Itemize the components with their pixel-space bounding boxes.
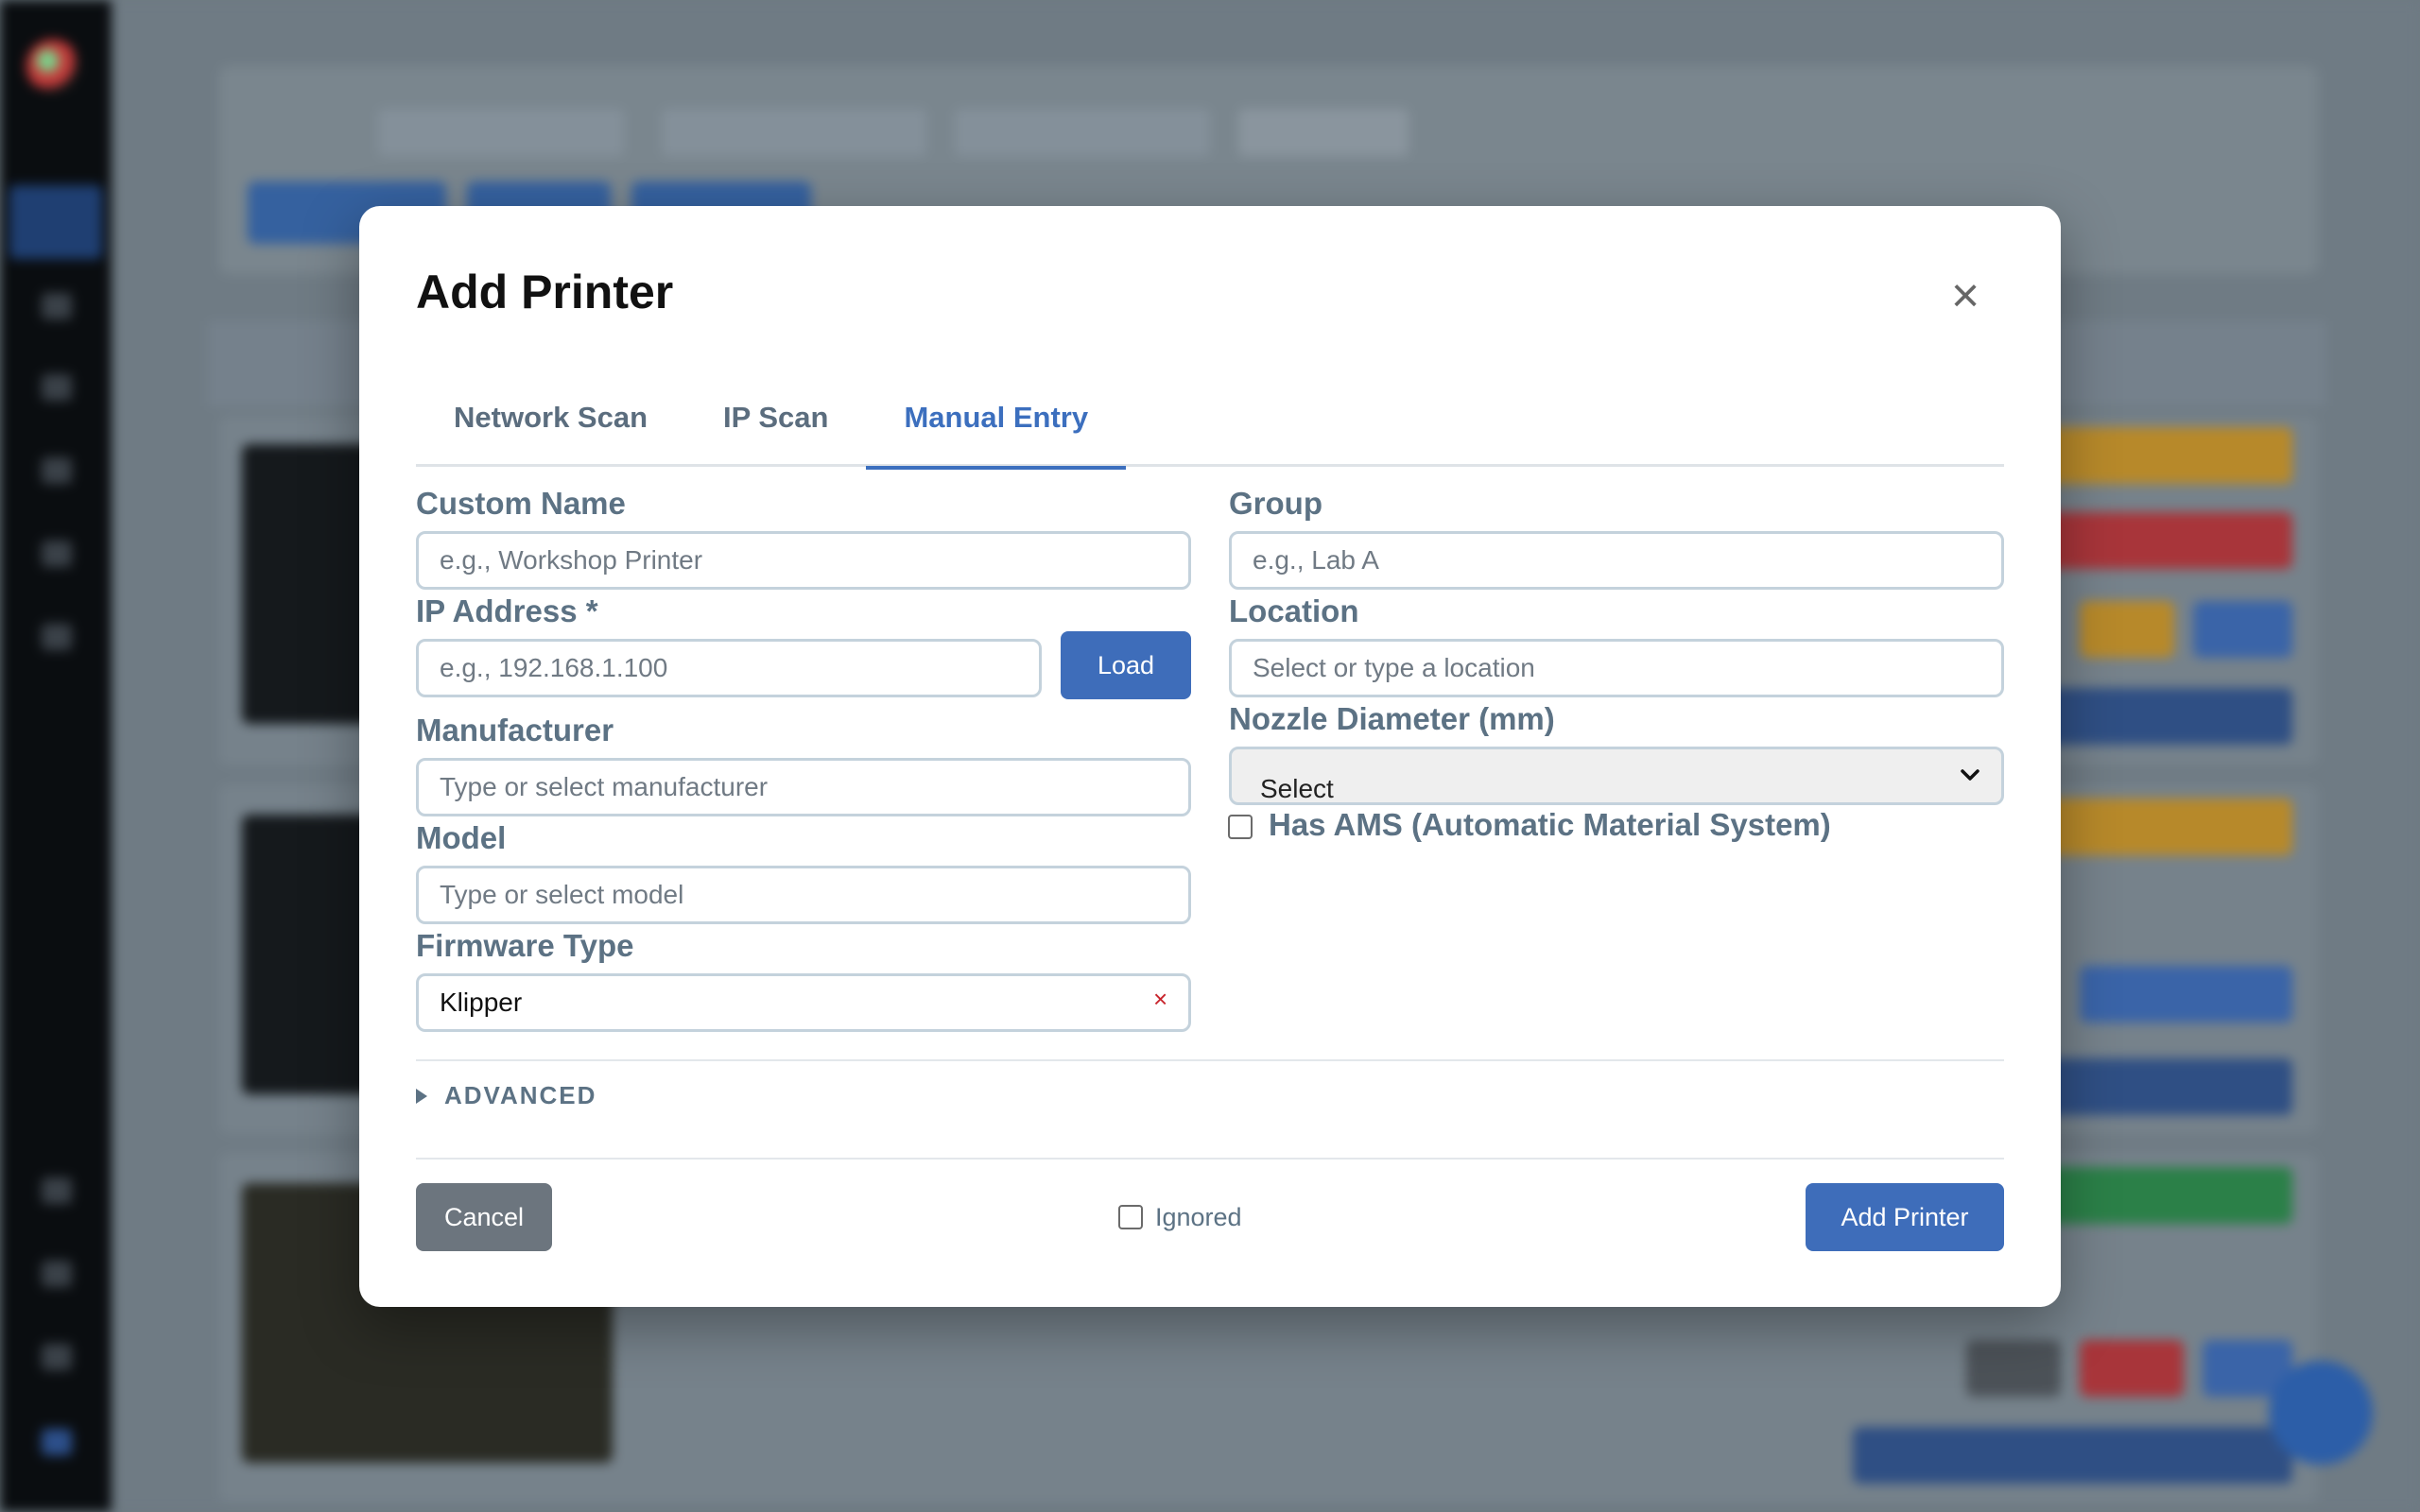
section-divider	[416, 1059, 2004, 1061]
advanced-label: ADVANCED	[444, 1081, 597, 1109]
model-input[interactable]	[416, 866, 1191, 924]
footer-divider	[416, 1158, 2004, 1160]
ignored-label: Ignored	[1155, 1203, 1242, 1231]
background-filter	[378, 109, 624, 156]
has-ams-checkbox[interactable]	[1228, 815, 1253, 839]
ignored-checkbox[interactable]	[1118, 1205, 1143, 1229]
nozzle-diameter-select[interactable]: Select	[1229, 747, 2004, 805]
has-ams-label: Has AMS (Automatic Material System)	[1269, 807, 1831, 842]
modal-title: Add Printer	[416, 266, 674, 318]
background-nav-active	[9, 185, 102, 259]
caret-right-icon	[416, 1088, 427, 1104]
firmware-type-input[interactable]	[416, 973, 1191, 1032]
background-filter	[1238, 109, 1409, 156]
ip-address-label: IP Address *	[416, 593, 598, 628]
background-pill	[2042, 512, 2292, 569]
add-printer-button[interactable]: Add Printer	[1806, 1183, 2004, 1251]
background-nav-icon	[42, 1177, 72, 1204]
background-pill	[1853, 1427, 2292, 1484]
custom-name-input[interactable]	[416, 531, 1191, 590]
location-input[interactable]	[1229, 639, 2004, 697]
location-label: Location	[1229, 593, 1359, 628]
background-pill	[2080, 601, 2174, 658]
chevron-down-icon	[1961, 769, 1979, 781]
clear-firmware-icon[interactable]: ×	[1153, 985, 1167, 1014]
tab-ip-scan[interactable]: IP Scan	[685, 376, 866, 467]
background-sidebar	[0, 0, 112, 1512]
background-pill	[2042, 1167, 2292, 1224]
background-filter	[955, 109, 1210, 156]
background-pill	[2080, 966, 2292, 1022]
background-pill	[2080, 1340, 2184, 1397]
group-label: Group	[1229, 486, 1322, 521]
ip-address-input[interactable]	[416, 639, 1042, 697]
advanced-toggle[interactable]: ADVANCED	[416, 1081, 596, 1110]
background-pill	[2042, 1058, 2292, 1115]
manufacturer-label: Manufacturer	[416, 713, 614, 747]
close-icon[interactable]: ×	[1942, 271, 1989, 320]
background-pill	[2042, 688, 2292, 745]
app-logo	[26, 40, 79, 93]
group-input[interactable]	[1229, 531, 2004, 590]
nozzle-diameter-selected: Select	[1260, 774, 1334, 803]
background-pill	[2193, 601, 2292, 658]
add-printer-modal: Add Printer × Network Scan IP Scan Manua…	[359, 206, 2061, 1307]
nozzle-diameter-label: Nozzle Diameter (mm)	[1229, 701, 1555, 736]
background-nav-icon	[42, 541, 72, 567]
background-nav-icon	[42, 374, 72, 401]
tab-bar: Network Scan IP Scan Manual Entry	[416, 376, 2004, 470]
background-nav-icon	[42, 624, 72, 650]
load-button[interactable]: Load	[1061, 631, 1191, 699]
model-label: Model	[416, 820, 507, 855]
background-nav-icon	[42, 1261, 72, 1287]
background-nav-icon	[42, 1429, 72, 1455]
background-pill	[1966, 1340, 2061, 1397]
background-nav-icon	[42, 1344, 72, 1370]
background-pill	[2042, 427, 2292, 484]
tab-network-scan[interactable]: Network Scan	[416, 376, 685, 467]
background-filter	[662, 109, 926, 156]
background-fab	[2269, 1361, 2373, 1465]
background-nav-icon	[42, 457, 72, 484]
background-nav-icon	[42, 293, 72, 319]
firmware-type-label: Firmware Type	[416, 928, 634, 963]
custom-name-label: Custom Name	[416, 486, 626, 521]
tab-manual-entry[interactable]: Manual Entry	[866, 376, 1126, 470]
cancel-button[interactable]: Cancel	[416, 1183, 552, 1251]
background-pill	[2042, 799, 2292, 855]
manufacturer-input[interactable]	[416, 758, 1191, 816]
